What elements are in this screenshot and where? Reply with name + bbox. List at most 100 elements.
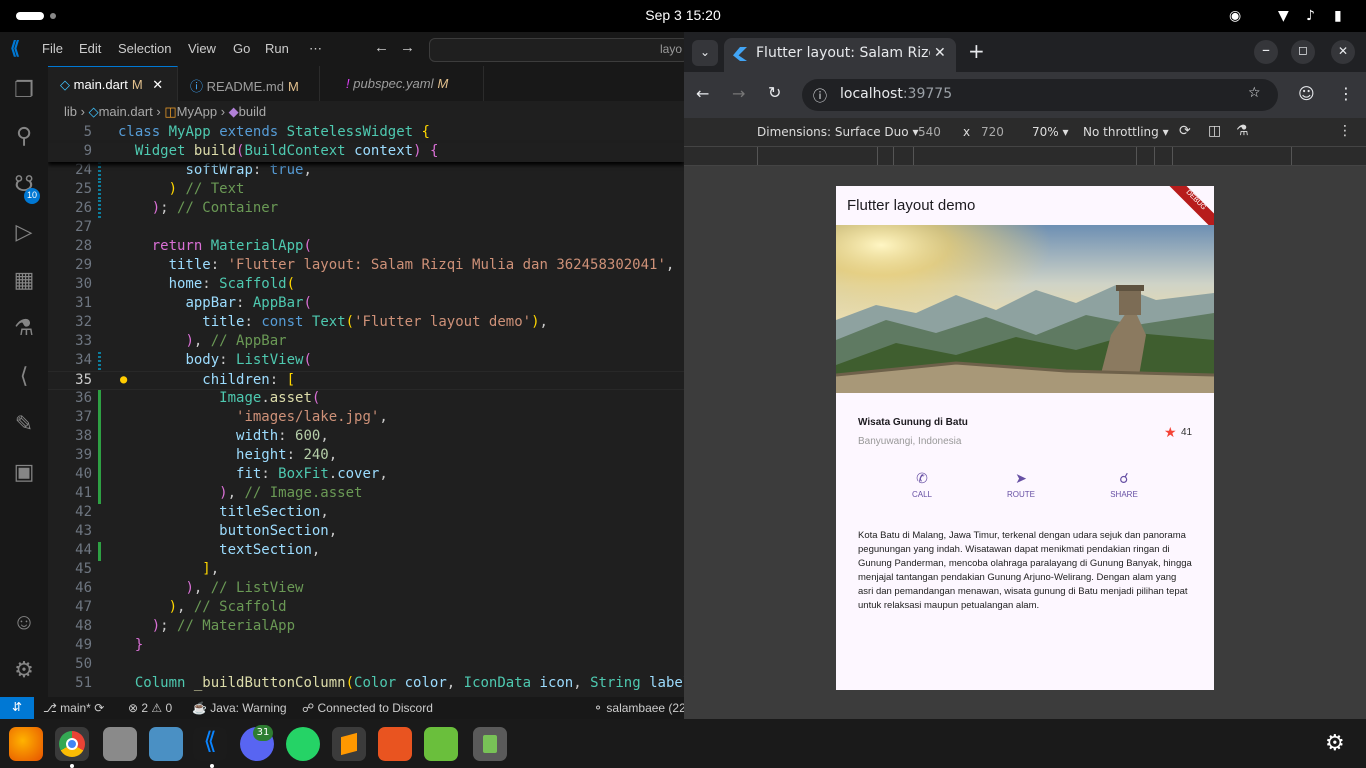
reload-icon[interactable]: ↻ xyxy=(768,83,781,102)
tab-search-icon[interactable]: ⌄ xyxy=(692,40,718,66)
warning-count: 0 xyxy=(165,701,173,715)
menu-file[interactable]: File xyxy=(42,41,63,56)
command-center-search[interactable]: layo xyxy=(429,38,689,62)
show-apps-icon[interactable]: ⚙ xyxy=(1325,731,1345,756)
remote-explorer-icon[interactable]: ▣ xyxy=(0,450,48,494)
battery-icon[interactable]: ▮ xyxy=(1334,8,1342,24)
editor-tabs: ◇ main.dart M ✕ ⓘ README.md M ! pubspec.ya… xyxy=(48,66,684,101)
minimize-icon[interactable]: – xyxy=(1254,40,1278,64)
code-editor[interactable]: 5 class MyApp extends StatelessWidget { 9… xyxy=(48,123,684,697)
pen-icon[interactable]: ✎ xyxy=(0,402,48,446)
breadcrumb-folder[interactable]: lib xyxy=(64,104,77,119)
dual-screen-icon[interactable]: ◫ xyxy=(1208,123,1221,139)
close-tab-icon[interactable]: ✕ xyxy=(930,45,946,61)
menu-selection[interactable]: Selection xyxy=(118,41,171,56)
device-dimensions-select[interactable]: Dimensions: Surface Duo ▾ xyxy=(757,125,918,139)
site-info-icon[interactable]: ⓘ xyxy=(813,86,827,106)
godot-icon[interactable] xyxy=(149,727,183,761)
throttling-select[interactable]: No throttling ▾ xyxy=(1083,125,1169,139)
breadcrumb-file[interactable]: main.dart xyxy=(99,104,153,119)
profile-icon[interactable]: ☺ xyxy=(1298,84,1315,103)
code-line: 25 ) // Text xyxy=(48,181,684,200)
files-icon[interactable] xyxy=(103,727,137,761)
wifi-icon[interactable]: ▼ xyxy=(1278,8,1289,24)
accounts-icon[interactable]: ☺ xyxy=(0,600,48,644)
device-height-input[interactable]: 720 xyxy=(981,125,1004,139)
menu-run[interactable]: Run xyxy=(265,41,289,56)
trash-icon[interactable] xyxy=(473,727,507,761)
phone-icon: ✆ xyxy=(916,470,928,486)
whatsapp-icon[interactable] xyxy=(286,727,320,761)
address-bar[interactable]: ⓘ localhost:39775 ☆ xyxy=(802,79,1278,111)
code-line: 47 ), // Scaffold xyxy=(75,599,287,615)
tab-pubspec[interactable]: ! pubspec.yaml M xyxy=(334,66,484,101)
route-button[interactable]: ➤ ROUTE xyxy=(991,470,1051,499)
breadcrumb-class[interactable]: MyApp xyxy=(177,104,217,119)
call-button[interactable]: ✆ CALL xyxy=(892,470,952,499)
problems-item[interactable]: ⊗ 2 ⚠ 0 xyxy=(128,701,172,715)
code-line: 36 Image.asset( xyxy=(48,390,684,409)
code-line: 50 xyxy=(75,656,92,672)
share-icon: ☌ xyxy=(1119,470,1129,486)
minecraft-launcher-icon[interactable] xyxy=(424,727,458,761)
description-text: Kota Batu di Malang, Jawa Timur, terkena… xyxy=(858,530,1192,611)
extensions-icon[interactable]: ▦ xyxy=(0,258,48,302)
flutter-icon[interactable]: ⟨ xyxy=(0,354,48,398)
chrome-menu-icon[interactable]: ⋮ xyxy=(1338,84,1354,103)
app-center-icon[interactable] xyxy=(378,727,412,761)
volume-icon[interactable]: ♪ xyxy=(1306,8,1315,24)
tab-readme[interactable]: ⓘ README.md M xyxy=(178,66,320,101)
rotate-icon[interactable]: ⟳ xyxy=(1179,123,1191,139)
device-options-icon[interactable]: ⋮ xyxy=(1338,123,1352,139)
tab-title: Flutter layout: Salam Rizqi xyxy=(756,45,942,61)
bookmark-star-icon[interactable]: ☆ xyxy=(1248,85,1261,101)
code-line: 42 titleSection, xyxy=(75,504,329,520)
code-line: 51 Column _buildButtonColumn(Color color… xyxy=(75,675,684,691)
sticky-line: 5 class MyApp extends StatelessWidget { xyxy=(48,124,684,143)
share-button[interactable]: ☌ SHARE xyxy=(1094,470,1154,499)
tab-main-dart[interactable]: ◇ main.dart M ✕ xyxy=(48,66,178,101)
search-icon[interactable]: ⚲ xyxy=(0,114,48,158)
menu-view[interactable]: View xyxy=(188,41,216,56)
vscode-dock-icon[interactable]: ⟪ xyxy=(193,727,227,761)
media-query-ruler[interactable] xyxy=(684,146,1366,166)
discord-status[interactable]: ☍ Connected to Discord xyxy=(302,701,433,715)
zoom-select[interactable]: 70% ▾ xyxy=(1032,125,1069,139)
forward-icon[interactable]: → xyxy=(732,84,745,103)
back-icon[interactable]: ← xyxy=(696,84,709,103)
clock[interactable]: Sep 3 15:20 xyxy=(0,7,1366,23)
menu-edit[interactable]: Edit xyxy=(79,41,101,56)
menu-more[interactable]: ⋯ xyxy=(309,41,322,57)
java-status[interactable]: ☕ Java: Warning xyxy=(192,701,287,715)
sensors-icon[interactable]: ⚗ xyxy=(1236,123,1249,139)
breadcrumb-method[interactable]: build xyxy=(239,104,266,119)
chrome-tab-active[interactable]: Flutter layout: Salam Rizqi ✕ xyxy=(724,38,956,72)
close-window-icon[interactable]: ✕ xyxy=(1331,40,1355,64)
user-status[interactable]: ⚬ salambaee (22 xyxy=(593,701,686,715)
app-bar-title: Flutter layout demo xyxy=(847,197,976,214)
run-debug-icon[interactable]: ▷ xyxy=(0,210,48,254)
menu-go[interactable]: Go xyxy=(233,41,250,56)
branch-item[interactable]: ⎇ main* ⟳ xyxy=(43,701,104,715)
discord-tray-icon[interactable]: ◉ xyxy=(1229,8,1241,24)
sync-icon[interactable]: ⟳ xyxy=(94,701,104,715)
firefox-icon[interactable] xyxy=(9,727,43,761)
back-arrow-icon[interactable]: ← xyxy=(374,39,389,56)
chrome-window: ⌄ Flutter layout: Salam Rizqi ✕ + – ◻ ✕ … xyxy=(684,32,1366,719)
method-icon: ◆ xyxy=(228,104,239,119)
maximize-icon[interactable]: ◻ xyxy=(1291,40,1315,64)
settings-gear-icon[interactable]: ⚙ xyxy=(0,648,48,692)
forward-arrow-icon[interactable]: → xyxy=(400,39,415,56)
dart-file-icon: ◇ xyxy=(88,104,99,119)
sublime-text-icon[interactable] xyxy=(332,727,366,761)
code-line: 24 softWrap: true, xyxy=(48,162,684,181)
code-line: 45 ], xyxy=(75,561,220,577)
new-tab-icon[interactable]: + xyxy=(968,39,985,63)
device-width-input[interactable]: 540 xyxy=(918,125,941,139)
testing-icon[interactable]: ⚗ xyxy=(0,306,48,350)
remote-indicator-icon[interactable]: ⇵ xyxy=(0,697,34,719)
close-icon[interactable]: ✕ xyxy=(152,77,163,92)
code-line: 31 appBar: AppBar( xyxy=(75,295,312,311)
explorer-icon[interactable]: ❐ xyxy=(0,68,48,112)
chrome-icon[interactable] xyxy=(55,727,89,761)
